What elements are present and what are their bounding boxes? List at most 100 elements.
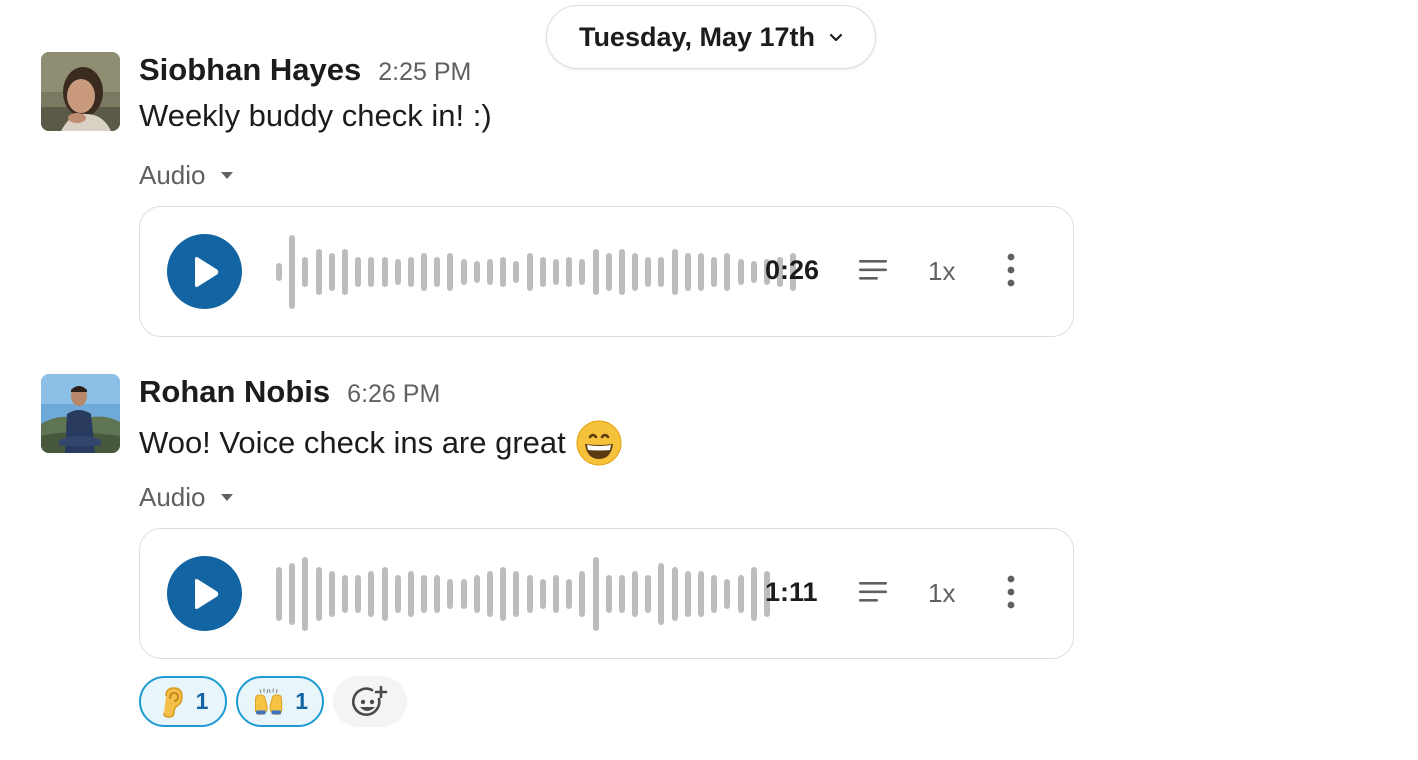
waveform-bar xyxy=(473,575,480,613)
waveform[interactable] xyxy=(276,227,797,317)
waveform-bar xyxy=(328,253,335,291)
raising-hands-icon xyxy=(254,687,283,715)
play-icon xyxy=(194,256,218,287)
waveform-bar xyxy=(566,579,573,609)
waveform-bar xyxy=(500,257,507,287)
waveform-bar xyxy=(579,259,586,285)
waveform-bar xyxy=(724,253,731,291)
waveform-bar xyxy=(302,557,309,631)
vertical-ellipsis-icon xyxy=(1007,253,1015,287)
reaction-count: 1 xyxy=(295,688,308,714)
reaction-ear[interactable]: 1 xyxy=(139,676,227,727)
caret-down-icon xyxy=(220,172,233,179)
waveform-bar xyxy=(434,257,441,287)
author-name[interactable]: Siobhan Hayes xyxy=(139,52,361,88)
waveform-bar xyxy=(698,571,704,617)
waveform-bar xyxy=(355,257,362,287)
audio-duration: 0:26 xyxy=(765,255,820,285)
waveform-bar xyxy=(711,575,718,613)
timestamp[interactable]: 2:25 PM xyxy=(378,58,471,87)
waveform-bar xyxy=(315,249,322,295)
waveform-bar xyxy=(368,571,375,617)
waveform-bar xyxy=(552,575,559,613)
waveform-bar xyxy=(513,261,520,283)
waveform-bar xyxy=(539,257,546,287)
add-reaction-button[interactable] xyxy=(333,676,407,727)
transcript-button[interactable] xyxy=(858,579,888,610)
waveform-bar xyxy=(447,579,454,609)
avatar[interactable] xyxy=(41,52,120,131)
waveform-bar xyxy=(328,571,335,617)
waveform-bar xyxy=(381,257,388,287)
waveform-bar xyxy=(302,257,309,287)
waveform-bar xyxy=(605,253,612,291)
avatar[interactable] xyxy=(41,374,120,453)
add-emoji-icon xyxy=(352,685,388,716)
waveform-bar xyxy=(341,249,348,295)
chevron-down-icon xyxy=(829,33,843,42)
waveform-bar xyxy=(394,259,401,285)
waveform-bar xyxy=(592,557,599,631)
waveform-bar xyxy=(526,253,533,291)
more-options-button[interactable] xyxy=(1006,574,1016,615)
waveform-bar xyxy=(407,257,414,287)
playback-speed-button[interactable]: 1x xyxy=(928,578,955,609)
waveform-bar xyxy=(487,571,493,617)
avatar-image xyxy=(41,52,120,131)
waveform-bar xyxy=(394,575,401,613)
waveform-bar xyxy=(513,571,520,617)
more-options-button[interactable] xyxy=(1006,252,1016,293)
waveform-bar xyxy=(473,261,480,283)
play-button[interactable] xyxy=(167,234,242,309)
waveform-bar xyxy=(539,579,546,609)
vertical-ellipsis-icon xyxy=(1007,575,1015,609)
audio-player: 0:26 1x xyxy=(139,206,1074,337)
waveform-bar xyxy=(276,263,282,281)
attachment-label: Audio xyxy=(139,160,206,190)
audio-attachment-toggle[interactable]: Audio xyxy=(139,482,234,513)
waveform-bar xyxy=(289,563,296,625)
audio-attachment-toggle[interactable]: Audio xyxy=(139,160,234,191)
waveform-bar xyxy=(711,257,718,287)
waveform-bar xyxy=(289,235,296,309)
audio-duration: 1:11 xyxy=(765,577,818,607)
audio-player: 1:11 1x xyxy=(139,528,1074,659)
waveform-bar xyxy=(671,567,678,621)
waveform-bar xyxy=(381,567,388,621)
waveform-bar xyxy=(341,575,348,613)
waveform-bar xyxy=(618,575,625,613)
transcript-button[interactable] xyxy=(858,257,888,288)
author-name[interactable]: Rohan Nobis xyxy=(139,374,330,410)
reaction-count: 1 xyxy=(195,688,209,714)
date-label: Tuesday, May 17th xyxy=(578,21,816,52)
playback-speed-button[interactable]: 1x xyxy=(928,256,955,287)
timestamp[interactable]: 6:26 PM xyxy=(347,380,440,409)
reaction-raising-hands[interactable]: 1 xyxy=(236,676,324,727)
waveform-bar xyxy=(618,249,625,295)
waveform-bar xyxy=(579,571,586,617)
waveform-bar xyxy=(671,249,678,295)
waveform-bar xyxy=(460,259,467,285)
waveform-bar xyxy=(566,257,573,287)
waveform-bar xyxy=(632,571,639,617)
waveform-bar xyxy=(407,571,414,617)
waveform-bar xyxy=(605,575,612,613)
waveform-bar xyxy=(750,567,757,621)
waveform-bar xyxy=(645,575,652,613)
attachment-label: Audio xyxy=(139,482,206,512)
waveform[interactable] xyxy=(276,549,770,639)
waveform-bar xyxy=(592,249,599,295)
date-divider-pill[interactable]: Tuesday, May 17th xyxy=(546,5,876,69)
reactions-bar: 1 1 xyxy=(139,676,407,727)
waveform-bar xyxy=(737,259,744,285)
waveform-bar xyxy=(421,253,428,291)
waveform-bar xyxy=(645,257,652,287)
waveform-bar xyxy=(684,253,691,291)
waveform-bar xyxy=(315,567,322,621)
waveform-bar xyxy=(447,253,454,291)
waveform-bar xyxy=(658,563,665,625)
play-button[interactable] xyxy=(167,556,242,631)
waveform-bar xyxy=(434,575,441,613)
message-body: Woo! Voice check ins are great xyxy=(139,425,566,460)
transcript-icon xyxy=(859,582,887,602)
